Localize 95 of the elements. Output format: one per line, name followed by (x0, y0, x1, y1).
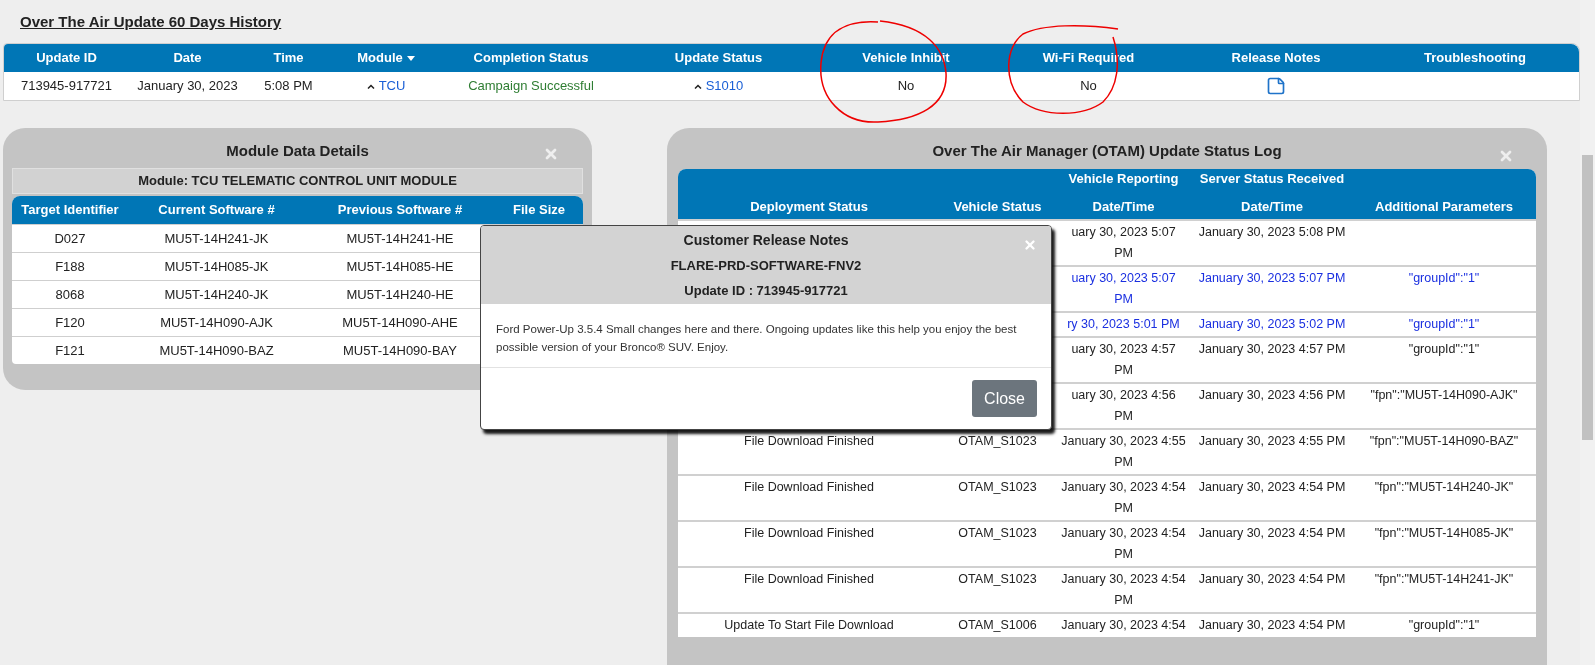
table-cell-text: January 30, 2023 4:54 PM (1061, 525, 1186, 563)
column-header: Date/Time (1092, 197, 1155, 216)
table-cell-text: uary 30, 2023 4:56 PM (1070, 387, 1177, 425)
module-label: Module: TCU TELEMATIC CONTROL UNIT MODULE (138, 172, 457, 191)
table-cell-text: MU5T-14H240-JK (164, 285, 269, 304)
scrollbar-thumb[interactable] (1582, 155, 1593, 440)
table-cell-text: January 30, 2023 5:08 PM (1198, 224, 1346, 241)
column-header: Update ID (36, 49, 97, 68)
column-header: Additional Parameters (1375, 197, 1513, 216)
table-cell-text: OTAM_S1023 (958, 525, 1037, 542)
column-header: File Size (513, 201, 565, 220)
table-cell-text: January 30, 2023 4:57 PM (1198, 341, 1346, 358)
table-cell-text: File Download Finished (744, 571, 874, 588)
column-header: Release Notes (1231, 49, 1321, 68)
table-cell-text: File Download Finished (744, 479, 874, 496)
table-cell-text: MU5T-14H090-BAY (343, 341, 457, 360)
column-header: Date (173, 49, 202, 68)
table-cell-text: MU5T-14H090-AJK (160, 313, 273, 332)
table-cell-text: 8068 (55, 285, 85, 304)
table-cell-text: File Download Finished (744, 433, 874, 450)
table-cell-text: January 30, 2023 4:54 PM (1198, 479, 1346, 496)
table-cell-text: MU5T-14H085-HE (346, 257, 454, 276)
table-cell-text: uary 30, 2023 5:07 PM (1070, 224, 1177, 262)
table-cell-text: F120 (55, 313, 85, 332)
close-icon[interactable] (1498, 148, 1514, 164)
table-cell-text: Update To Start File Download (724, 617, 894, 634)
table-cell-text: MU5T-14H090-AHE (342, 313, 458, 332)
column-header: Vehicle Status (953, 197, 1042, 216)
table-cell-text: January 30, 2023 4:55 PM (1198, 433, 1346, 450)
table-cell-text: "groupId":"1" (1408, 341, 1480, 358)
table-cell-text: MU5T-14H241-HE (346, 229, 454, 248)
expand-link[interactable]: TCU (366, 76, 406, 96)
table-cell-text: OTAM_S1006 (958, 617, 1037, 634)
table-cell-text: January 30, 2023 4:54 PM (1198, 525, 1346, 542)
column-header: Target Identifier (21, 201, 119, 220)
table-cell-text: "fpn":"MU5T-14H240-JK" (1374, 479, 1514, 496)
release-notes-icon[interactable] (1266, 76, 1286, 96)
table-cell-text: January 30, 2023 4:54 PM (1198, 617, 1346, 634)
modal-subtitle: FLARE-PRD-SOFTWARE-FNV2 (670, 257, 862, 275)
column-header: Vehicle Reporting (1068, 170, 1179, 188)
table-cell-text: "groupId":"1" (1408, 316, 1480, 333)
table-cell-text: January 30, 2023 5:02 PM (1198, 316, 1346, 333)
table-cell-text: MU5T-14H240-HE (346, 285, 454, 304)
table-cell-text: January 30, 2023 4:54 (1061, 617, 1186, 634)
table-cell-text: F188 (55, 257, 85, 276)
table-cell-text: "fpn":"MU5T-14H090-BAZ" (1369, 433, 1519, 450)
table-cell-text: January 30, 2023 4:54 PM (1061, 571, 1186, 609)
table-cell-text: MU5T-14H085-JK (164, 257, 269, 276)
panel-title: Over The Air Manager (OTAM) Update Status Log (932, 140, 1282, 161)
table-cell-text: "groupId":"1" (1408, 270, 1480, 287)
caret-up-icon (366, 83, 375, 89)
column-header: Deployment Status (750, 197, 868, 216)
table-cell-text: January 30, 2023 4:54 PM (1198, 571, 1346, 588)
table-cell-text: 5:08 PM (264, 77, 313, 96)
table-cell-text: January 30, 2023 4:56 PM (1198, 387, 1346, 404)
column-header: Previous Software # (337, 201, 463, 220)
close-icon[interactable] (1023, 238, 1037, 252)
page-title: Over The Air Update 60 Days History (20, 13, 282, 30)
release-notes-text: Ford Power-Up 3.5.4 Small changes here and there. Ongoing updates like this help you enjoy the best possible version of your Bronco® SUV. Enjoy. (496, 322, 1018, 355)
close-icon[interactable] (543, 146, 559, 162)
column-header: Server Status Received (1199, 170, 1345, 188)
column-header: Update Status (674, 49, 763, 68)
column-header[interactable]: Module (357, 48, 415, 68)
modal-title: Customer Release Notes (683, 231, 849, 250)
column-header: Current Software # (158, 201, 275, 220)
table-cell-text: January 30, 2023 4:54 PM (1061, 479, 1186, 517)
table-cell-text: File Download Finished (744, 525, 874, 542)
caret-up-icon (693, 83, 702, 89)
table-cell-text: OTAM_S1023 (958, 433, 1037, 450)
table-cell-text: F121 (55, 341, 85, 360)
table-cell-text: MU5T-14H241-JK (164, 229, 269, 248)
close-button[interactable]: Close (972, 380, 1037, 417)
expand-link[interactable]: S1010 (693, 76, 744, 96)
table-cell-text: OTAM_S1023 (958, 571, 1037, 588)
column-header: Time (273, 49, 304, 68)
table-cell-text: "groupId":"1" (1408, 617, 1480, 634)
table-cell-text: MU5T-14H090-BAZ (159, 341, 274, 360)
table-cell-text: ry 30, 2023 5:01 PM (1067, 316, 1180, 333)
table-cell-text: 713945-917721 (20, 77, 113, 96)
table-cell-text: January 30, 2023 4:55 PM (1061, 433, 1186, 471)
table-cell-text: D027 (54, 229, 86, 248)
completion-status: Campaign Successful (468, 77, 594, 96)
panel-title: Module Data Details (226, 140, 369, 161)
column-header: Completion Status (473, 49, 589, 68)
table-cell-text: January 30, 2023 (137, 77, 238, 96)
table-cell-text: "fpn":"MU5T-14H090-AJK" (1370, 387, 1518, 404)
table-cell-text: "fpn":"MU5T-14H241-JK" (1374, 571, 1514, 588)
table-cell-text: No (1080, 77, 1097, 96)
table-cell-text: "fpn":"MU5T-14H085-JK" (1374, 525, 1514, 542)
table-cell-text: No (897, 77, 915, 96)
update-id: Update ID : 713945-917721 (684, 281, 848, 300)
column-header: Troubleshooting (1424, 49, 1526, 68)
table-cell-text: January 30, 2023 5:07 PM (1198, 270, 1346, 287)
column-header: Date/Time (1241, 197, 1303, 216)
table-cell-text: OTAM_S1023 (958, 479, 1037, 496)
